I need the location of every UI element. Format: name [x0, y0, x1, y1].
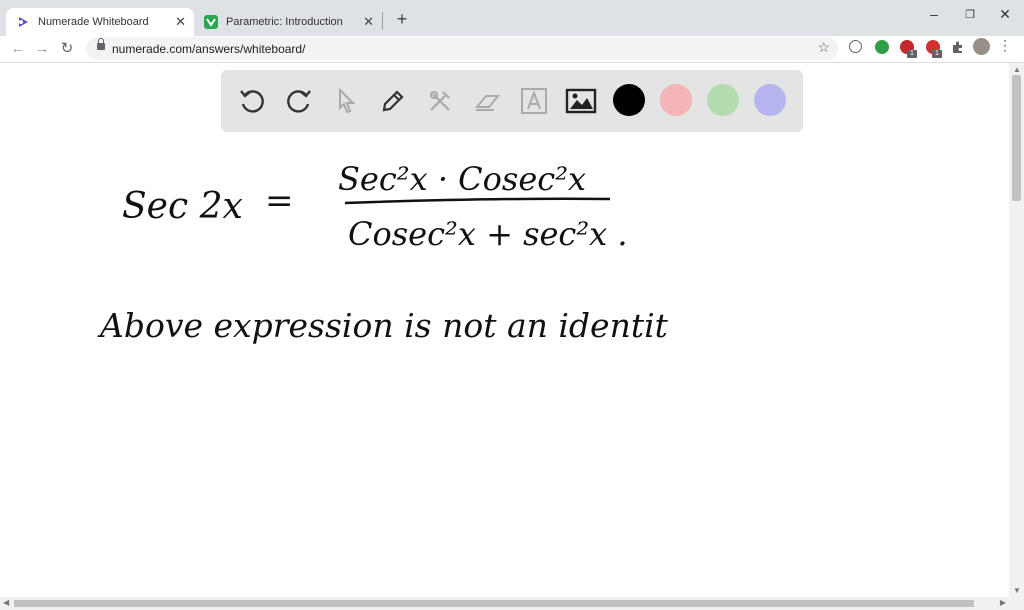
fraction-bar [344, 197, 611, 205]
equation-lhs: Sec 2x [122, 186, 243, 227]
horizontal-scrollbar[interactable]: ◀ ▶ [0, 597, 1024, 610]
equation-denominator: Cosec²x + sec²x . [348, 215, 628, 253]
handwritten-note: Above expression is not an identit [97, 306, 669, 345]
scroll-thumb[interactable] [14, 600, 974, 607]
scroll-thumb[interactable] [1012, 75, 1021, 201]
whiteboard-canvas[interactable]: Sec 2x = Sec²x · Cosec²x Cosec²x + sec²x… [0, 0, 1008, 597]
vertical-scrollbar[interactable]: ▲ ▼ [1009, 63, 1024, 597]
equals-sign: = [265, 181, 294, 221]
equation-numerator: Sec²x · Cosec²x [338, 160, 586, 198]
